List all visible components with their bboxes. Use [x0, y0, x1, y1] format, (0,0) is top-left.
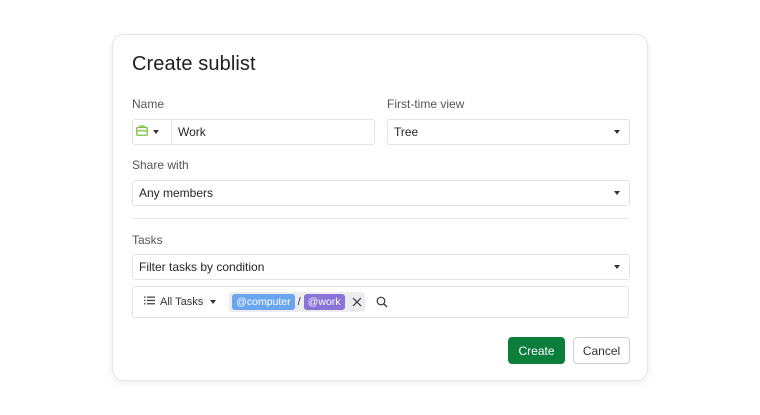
chevron-down-icon	[614, 130, 620, 134]
chevron-down-icon	[210, 300, 217, 304]
task-scope-label: All Tasks	[160, 296, 204, 308]
create-sublist-dialog: Create sublist Name Work First-time view…	[112, 34, 648, 381]
tag-condition-group[interactable]: @computer / @work	[229, 292, 365, 312]
filter-mode-value: Filter tasks by condition	[139, 260, 265, 274]
filter-condition-bar: All Tasks @computer / @work	[132, 286, 629, 318]
dialog-title: Create sublist	[132, 53, 256, 75]
tasks-label: Tasks	[132, 233, 163, 247]
name-field-group: Work	[132, 119, 375, 145]
tag-separator: /	[297, 296, 301, 308]
briefcase-icon	[136, 125, 148, 139]
close-icon[interactable]	[352, 297, 362, 307]
list-icon	[144, 296, 155, 308]
chevron-down-icon	[614, 265, 620, 269]
chevron-down-icon	[153, 130, 159, 134]
create-button[interactable]: Create	[508, 337, 565, 364]
share-with-select[interactable]: Any members	[132, 180, 630, 206]
task-scope-dropdown[interactable]: All Tasks	[144, 296, 217, 308]
chevron-down-icon	[614, 191, 620, 195]
section-divider	[132, 218, 629, 219]
search-icon[interactable]	[376, 296, 388, 308]
icon-picker[interactable]	[133, 120, 172, 144]
name-label: Name	[132, 97, 165, 111]
first-view-value: Tree	[394, 125, 419, 139]
name-input[interactable]: Work	[172, 125, 374, 139]
first-view-label: First-time view	[387, 97, 465, 111]
filter-mode-select[interactable]: Filter tasks by condition	[132, 254, 630, 280]
share-with-value: Any members	[139, 186, 214, 200]
cancel-button[interactable]: Cancel	[573, 337, 630, 364]
share-with-label: Share with	[132, 158, 189, 172]
first-view-select[interactable]: Tree	[387, 119, 630, 145]
tag-computer[interactable]: @computer	[232, 294, 295, 310]
tag-work[interactable]: @work	[303, 294, 345, 310]
